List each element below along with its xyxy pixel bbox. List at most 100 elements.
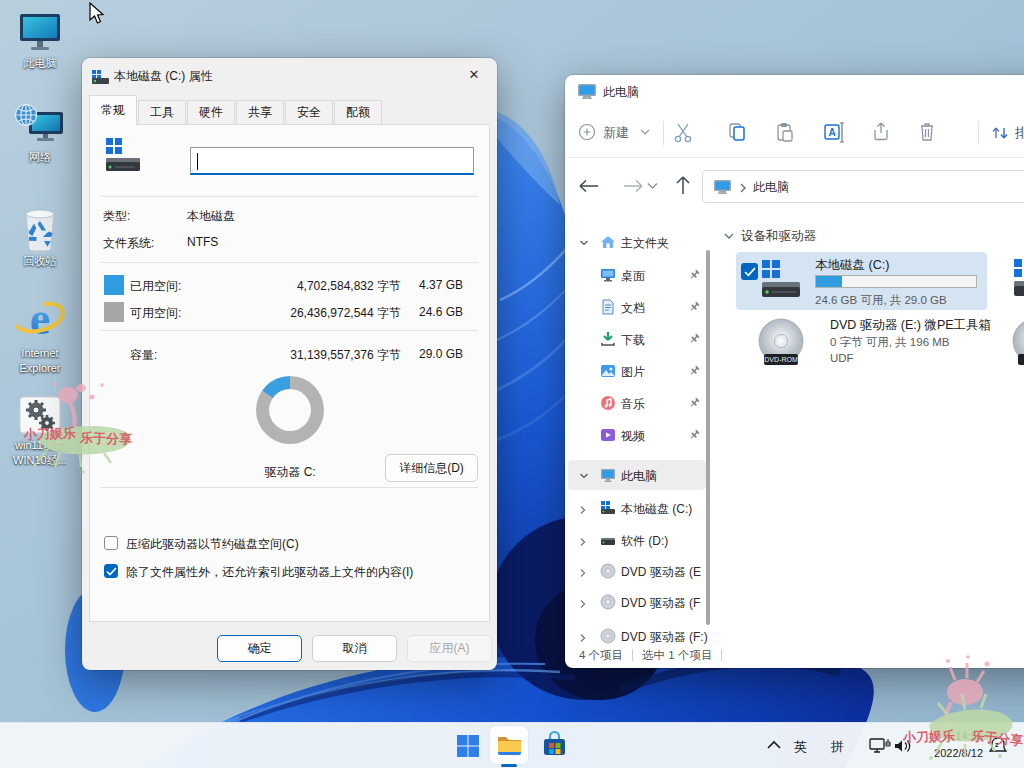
volume-tray-icon[interactable] [893,737,913,755]
free-space-label: 可用空间: [130,305,181,322]
dialog-title: 本地磁盘 (C:) 属性 [114,68,213,85]
volume-label-input[interactable] [190,147,474,175]
tab-general[interactable]: 常规 [89,95,137,126]
filesystem-value: NTFS [187,235,218,249]
sidebar-item-desktop[interactable]: 桌面 [568,260,706,290]
desktop-icon-recycle-bin[interactable]: 回收站 [1,204,79,269]
details-button[interactable]: 详细信息(D) [385,454,478,482]
gears-window-icon [16,394,64,438]
chevron-down-icon[interactable] [579,239,589,247]
pin-icon [689,333,700,344]
doc-icon [600,299,616,315]
sidebar-item-home[interactable]: 主文件夹 [568,227,706,257]
dvd-e-item[interactable]: DVD-ROM DVD 驱动器 (E:) 微PE工具箱 0 字节 可用, 共 1… [736,315,996,373]
breadcrumb-chevron-icon [739,183,747,193]
copy-button[interactable] [727,116,747,152]
dvd-disc-icon: DVD-ROM [758,318,804,368]
explorer-content: 主文件夹桌面文档下载图片音乐视频此电脑本地磁盘 (C:)软件 (D:)DVD 驱… [565,215,1024,644]
close-icon[interactable]: ✕ [459,62,489,88]
explorer-main: 设备和驱动器 本地磁盘 (C:) 24.6 GB 可用, 共 29.0 GB [721,215,1024,644]
drive-c-capacity-bar [815,275,977,288]
cut-button[interactable] [673,116,693,152]
used-space-swatch [104,275,124,295]
chevron-right-icon[interactable] [579,537,587,547]
desktop-icon-this-pc[interactable]: 此电脑 [1,12,79,71]
desktop-icon-win11-restore[interactable]: win11恢复WIN10经... [1,394,79,468]
desktop-icon-internet-explorer[interactable]: e InternetExplorer [1,292,79,376]
tray-clock[interactable]: 14:55 2022/8/12 [934,728,983,762]
svg-text:新建: 新建 [603,125,629,140]
ime-mode-indicator[interactable]: 拼 [831,738,844,756]
sidebar-item-dvd-f[interactable]: DVD 驱动器 (F [568,587,706,617]
free-bytes: 26,436,972,544 字节 [290,305,401,322]
chevron-right-icon[interactable] [579,599,587,609]
tab-quota[interactable]: 配额 [334,100,382,125]
home-icon [600,234,616,250]
cancel-button[interactable]: 取消 [312,635,397,662]
drive-d-icon-partial[interactable] [1014,259,1024,301]
sidebar-item-dvd-e[interactable]: DVD 驱动器 (E [568,556,706,586]
svg-text:DVD-ROM: DVD-ROM [764,356,798,363]
delete-button[interactable] [917,116,937,152]
nav-arrows[interactable] [578,173,693,199]
drive-icon [600,532,616,548]
mouse-cursor [88,2,108,26]
chevron-down-icon[interactable] [579,472,589,480]
sidebar-scrollbar[interactable] [706,250,710,625]
sort-button[interactable]: 排序 [989,116,1024,152]
dvd-e-info: 0 字节 可用, 共 196 MB [830,335,950,350]
dialog-titlebar: 本地磁盘 (C:) 属性 ✕ [82,58,497,94]
paste-button[interactable] [775,116,795,152]
sidebar-item-documents[interactable]: 文档 [568,292,706,322]
explorer-navbar: 此电脑 [565,159,1024,214]
apply-button[interactable]: 应用(A) [407,635,492,662]
drive-large-icon [106,138,142,176]
index-label: 除了文件属性外，还允许索引此驱动器上文件的内容(I) [126,564,413,581]
rename-button[interactable]: A [823,116,845,152]
drive-caption: 驱动器 C: [230,464,350,481]
this-pc-icon [17,12,63,54]
sidebar-item-label: 下载 [621,332,645,349]
sidebar-item-drive-c[interactable]: 本地磁盘 (C:) [568,493,706,523]
tab-tools[interactable]: 工具 [138,100,186,125]
chevron-right-icon[interactable] [579,568,587,578]
tray-expand-chevron-icon[interactable] [766,739,782,751]
pin-icon [689,397,700,408]
videos-icon [600,427,616,443]
notification-bell-icon[interactable]: z [988,736,1008,756]
drive-c-capacity-fill [816,276,842,287]
pin-icon [689,301,700,312]
chevron-right-icon[interactable] [579,633,587,643]
index-checkbox[interactable] [104,564,118,578]
tab-sharing[interactable]: 共享 [236,100,284,125]
file-explorer-icon[interactable] [496,731,523,758]
network-tray-icon[interactable] [869,737,891,755]
ime-lang-indicator[interactable]: 英 [794,738,807,756]
compress-checkbox[interactable] [104,536,118,550]
sidebar-item-downloads[interactable]: 下载 [568,324,706,354]
pictures-icon [600,363,616,379]
sidebar-item-this-pc[interactable]: 此电脑 [568,460,706,490]
sidebar-item-music[interactable]: 音乐 [568,388,706,418]
chevron-right-icon[interactable] [579,505,587,515]
sidebar-item-videos[interactable]: 视频 [568,420,706,450]
tab-hardware[interactable]: 硬件 [187,100,235,125]
sidebar-item-pictures[interactable]: 图片 [568,356,706,386]
sidebar-item-drive-d[interactable]: 软件 (D:) [568,525,706,555]
new-button[interactable]: 新建 [577,116,653,152]
tab-security[interactable]: 安全 [285,100,333,125]
tray-date: 2022/8/12 [934,745,983,762]
ok-button[interactable]: 确定 [217,635,302,662]
selected-checkbox[interactable] [741,263,758,280]
section-devices-drives[interactable]: 设备和驱动器 [723,228,816,245]
start-button[interactable] [456,734,480,758]
internet-explorer-icon: e [14,292,66,346]
type-value: 本地磁盘 [187,208,235,225]
address-bar[interactable]: 此电脑 [702,170,1024,203]
drive-c-tile[interactable]: 本地磁盘 (C:) 24.6 GB 可用, 共 29.0 GB [736,252,987,310]
sidebar-item-dvd-f2[interactable]: DVD 驱动器 (F:) [568,621,706,644]
microsoft-store-icon[interactable] [541,731,568,758]
desktop-icon-network[interactable]: 网络 [1,104,79,165]
dvd-f-icon-partial[interactable] [1012,318,1024,368]
share-button[interactable] [871,116,891,152]
